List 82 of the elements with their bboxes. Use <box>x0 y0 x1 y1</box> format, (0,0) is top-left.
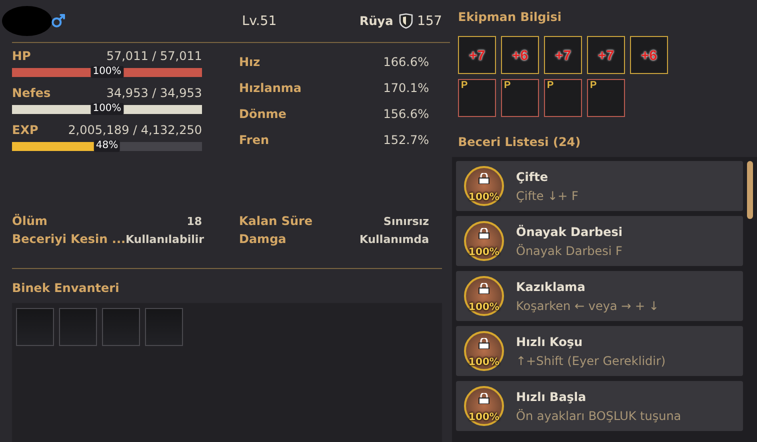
progress-reading: 100% <box>90 66 124 78</box>
equipment-slot[interactable]: +7 <box>544 36 582 74</box>
male-icon <box>50 13 66 29</box>
rank-value: 157 <box>417 14 442 28</box>
info-label: Damga <box>239 232 286 246</box>
inventory-slot[interactable] <box>16 308 54 346</box>
progress-reading: 100% <box>90 103 124 115</box>
skill-row[interactable]: 100% Çifte Çifte ↓+ F <box>456 161 743 211</box>
stat-label: Hız <box>239 55 260 69</box>
equipment-slot[interactable]: +6 <box>501 36 539 74</box>
mastery-reading: 100% <box>468 247 500 258</box>
stat-label: EXP <box>12 123 38 137</box>
equipment-slot[interactable]: +6 <box>630 36 668 74</box>
stat-value: 152.7% <box>383 133 429 147</box>
skill-name: Hızlı Başla <box>516 390 588 404</box>
skill-keys: ↑+Shift (Eyer Gereklidir) <box>516 354 666 368</box>
info-value: 18 <box>186 214 202 228</box>
mastery-reading: 100% <box>468 192 500 203</box>
stat-label: HP <box>12 49 31 63</box>
info-label: Kalan Süre <box>239 214 313 228</box>
enhancement-level: +7 <box>555 47 571 63</box>
shield-icon <box>399 13 414 29</box>
info-value: Kullanılabilir <box>126 232 204 246</box>
skill-row[interactable]: 100% Kazıklama Koşarken ← veya → + ↓ <box>456 271 743 321</box>
section-title: Ekipman Bilgisi <box>458 10 563 24</box>
skill-row[interactable]: 100% Önayak Darbesi Önayak Darbesi F <box>456 216 743 266</box>
equipment-slot[interactable]: P <box>587 79 625 117</box>
lock-icon <box>478 173 490 184</box>
equipment-slot[interactable]: +7 <box>458 36 496 74</box>
premium-mark: P <box>547 80 554 91</box>
equipment-slot[interactable]: +7 <box>587 36 625 74</box>
info-label: Ölüm <box>12 214 48 228</box>
stat-label: Hızlanma <box>239 81 302 95</box>
lock-icon <box>478 393 490 404</box>
skill-row[interactable]: 100% Hızlı Koşu ↑+Shift (Eyer Gereklidir) <box>456 326 743 376</box>
stat-value: 170.1% <box>383 81 429 95</box>
stat-label: Dönme <box>239 107 286 121</box>
enhancement-level: +7 <box>598 47 614 63</box>
stat-value: 156.6% <box>383 107 429 121</box>
equipment-slot[interactable]: P <box>501 79 539 117</box>
progress-reading: 48% <box>94 140 120 152</box>
rank-name: Rüya <box>359 14 394 28</box>
stat-label: Fren <box>239 133 270 147</box>
info-value: Sınırsız <box>384 214 429 228</box>
lock-icon <box>478 228 490 239</box>
stat-value: 57,011 / 57,011 <box>106 49 202 63</box>
equipment-slot[interactable]: P <box>544 79 582 117</box>
enhancement-level: +6 <box>641 47 657 63</box>
inventory-slot[interactable] <box>102 308 140 346</box>
stat-value: 34,953 / 34,953 <box>106 86 202 100</box>
section-title: Beceri Listesi (24) <box>458 135 582 149</box>
section-title: Binek Envanteri <box>12 281 120 295</box>
mastery-reading: 100% <box>468 357 500 368</box>
skill-name: Hızlı Koşu <box>516 334 584 348</box>
redaction-blot <box>2 6 52 36</box>
skill-name: Önayak Darbesi <box>516 224 623 238</box>
skill-name: Çifte <box>516 170 550 184</box>
stat-value: 166.6% <box>383 55 429 69</box>
premium-mark: P <box>590 80 597 91</box>
info-value: Kullanımda <box>360 232 429 246</box>
stat-value: 2,005,189 / 4,132,250 <box>68 123 202 137</box>
stat-label: Nefes <box>12 86 51 100</box>
inventory-slot[interactable] <box>145 308 183 346</box>
skill-keys: Çifte ↓+ F <box>516 188 578 202</box>
lock-icon <box>478 283 490 294</box>
premium-mark: P <box>504 80 511 91</box>
inventory-slot[interactable] <box>59 308 97 346</box>
skill-keys: Koşarken ← veya → + ↓ <box>516 298 659 312</box>
level-label: Lv.51 <box>242 14 277 28</box>
skill-name: Kazıklama <box>516 280 586 294</box>
lock-icon <box>478 338 490 349</box>
mastery-reading: 100% <box>468 412 500 423</box>
enhancement-level: +7 <box>469 47 485 63</box>
premium-mark: P <box>461 80 468 91</box>
enhancement-level: +6 <box>512 47 528 63</box>
scrollbar-thumb[interactable] <box>747 161 753 219</box>
mastery-reading: 100% <box>468 302 500 313</box>
equipment-slot[interactable]: P <box>458 79 496 117</box>
info-label: Beceriyi Kesin ... <box>12 232 126 246</box>
skill-row[interactable]: 100% Hızlı Başla Ön ayakları BOŞLUK tuşuna <box>456 381 743 431</box>
skill-keys: Önayak Darbesi F <box>516 244 623 258</box>
skill-keys: Ön ayakları BOŞLUK tuşuna <box>516 408 682 422</box>
